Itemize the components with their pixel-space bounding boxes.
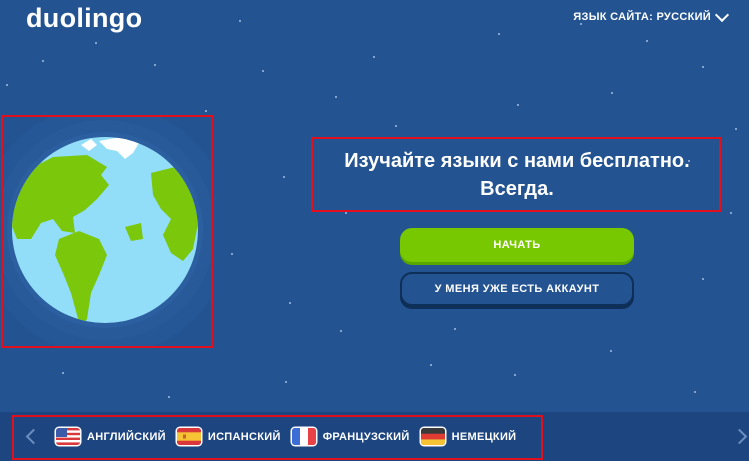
- tagline-highlight-box: [311, 137, 721, 212]
- start-button[interactable]: НАЧАТЬ: [400, 228, 634, 262]
- site-language-label: ЯЗЫК САЙТА: РУССКИЙ: [573, 11, 711, 23]
- chevron-down-icon: [714, 7, 730, 23]
- site-language-selector[interactable]: ЯЗЫК САЙТА: РУССКИЙ: [573, 7, 730, 23]
- duolingo-logo[interactable]: duolingo: [26, 3, 142, 34]
- language-bar-highlight-box: [12, 415, 543, 460]
- have-account-button[interactable]: У МЕНЯ УЖЕ ЕСТЬ АККАУНТ: [400, 272, 634, 306]
- globe-highlight-box: [1, 115, 213, 348]
